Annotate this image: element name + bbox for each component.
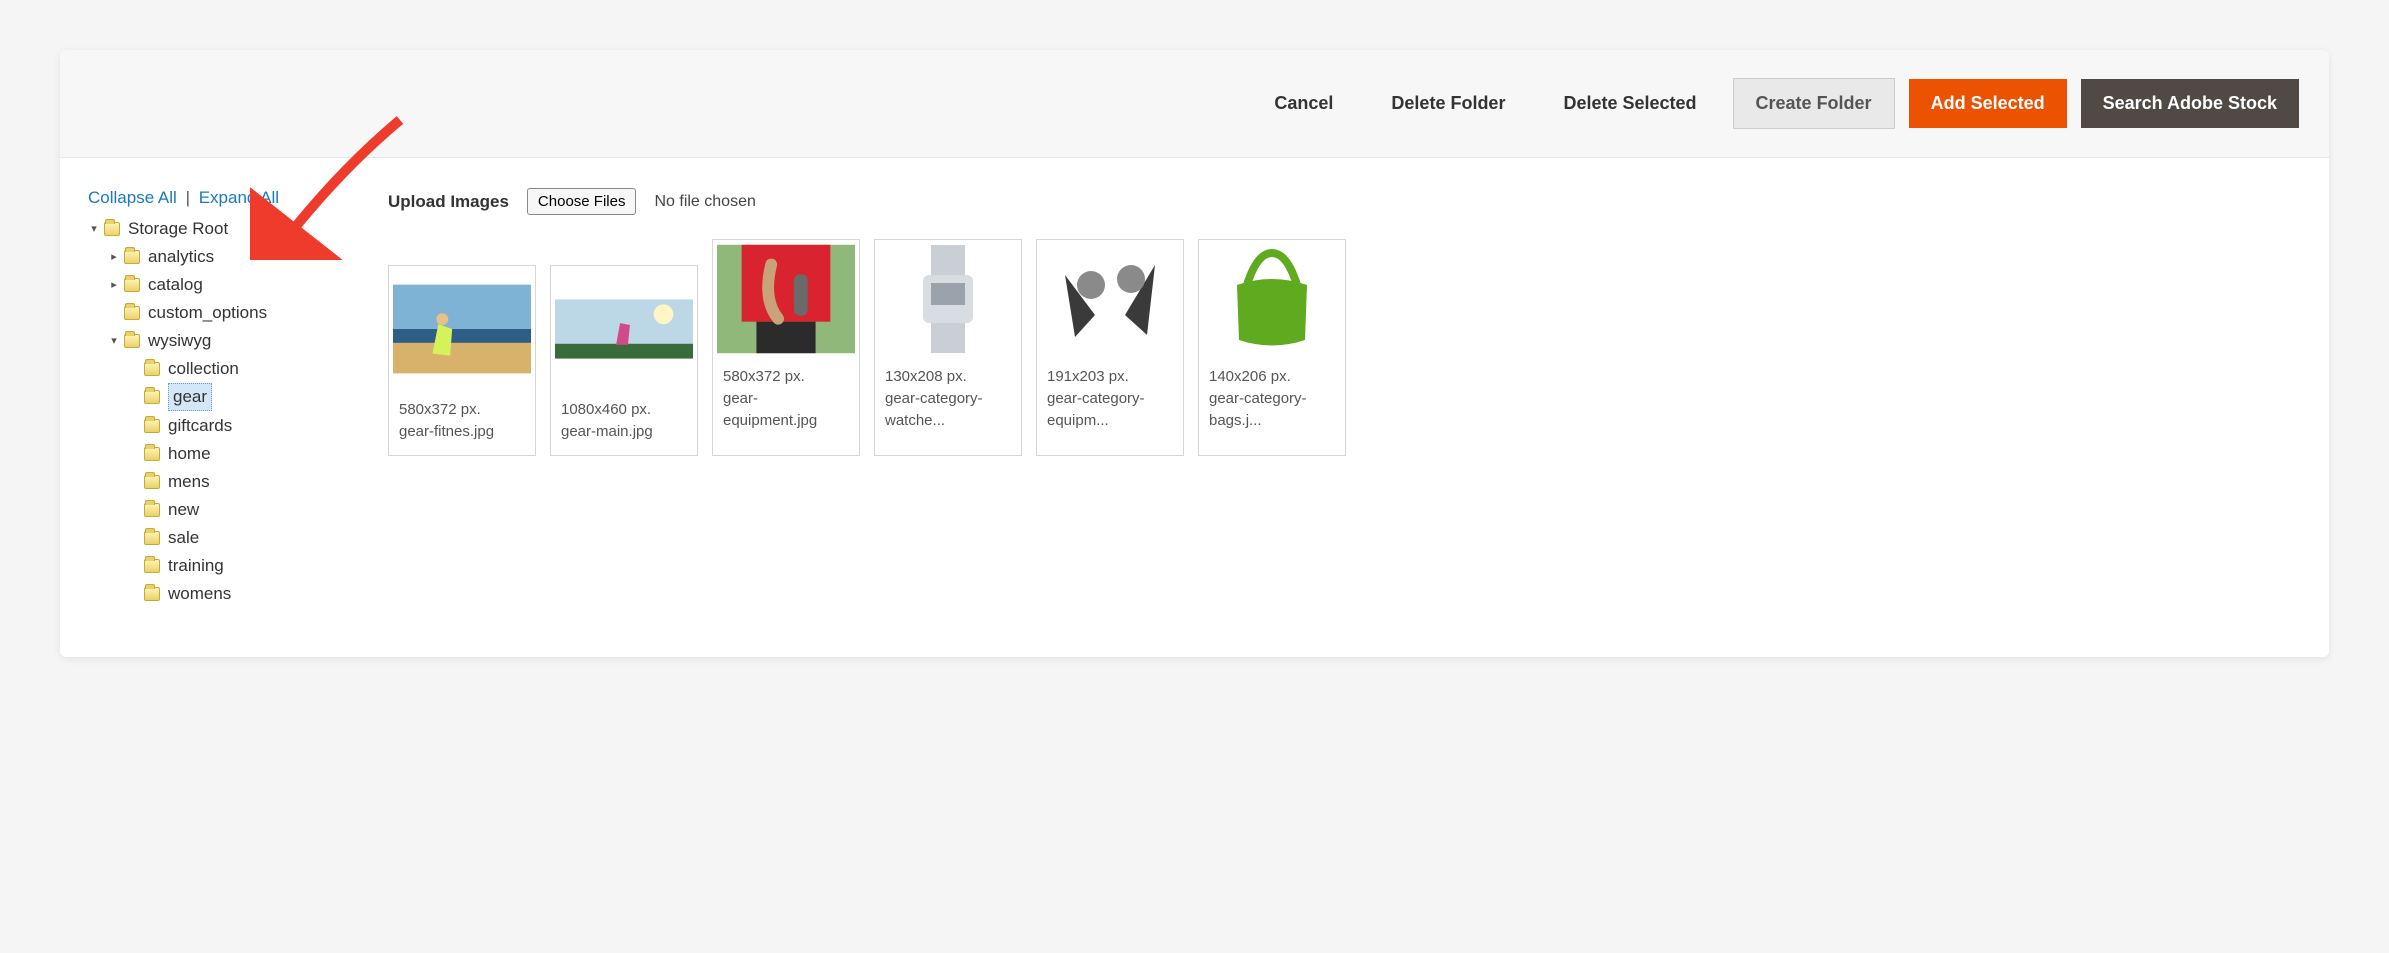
tree-node-home[interactable]: ▸home: [128, 441, 211, 467]
thumbnail-image: [389, 266, 535, 391]
tree-label: mens: [168, 469, 210, 495]
expand-all-link[interactable]: Expand All: [199, 188, 279, 207]
collapse-icon[interactable]: ▾: [88, 216, 100, 242]
tree-node-mens[interactable]: ▸mens: [128, 469, 210, 495]
folder-icon: [144, 390, 160, 404]
thumbnail-image: [1199, 240, 1345, 358]
tree-label: catalog: [148, 272, 203, 298]
thumbnail-image: [713, 240, 859, 358]
upload-label: Upload Images: [388, 192, 509, 212]
upload-status: No file chosen: [654, 193, 755, 211]
sidebar: Collapse All | Expand All ▾ Storage Root: [88, 188, 348, 607]
main-content: Upload Images Choose Files No file chose…: [388, 188, 2301, 607]
tree-node-sale[interactable]: ▸sale: [128, 525, 199, 551]
folder-icon: [144, 362, 160, 376]
tree-label: custom_options: [148, 300, 267, 326]
folder-tree: ▾ Storage Root ▸ analytics: [88, 214, 348, 607]
tree-node-wysiwyg[interactable]: ▾ wysiwyg: [108, 328, 211, 354]
folder-icon: [124, 278, 140, 292]
tree-node-training[interactable]: ▸training: [128, 553, 224, 579]
folder-icon: [144, 503, 160, 517]
toolbar: Cancel Delete Folder Delete Selected Cre…: [60, 50, 2329, 158]
folder-icon: [144, 447, 160, 461]
tree-label: womens: [168, 581, 231, 607]
tree-label: collection: [168, 356, 239, 382]
expand-icon[interactable]: ▸: [108, 272, 120, 298]
tree-node-custom-options[interactable]: ▸ custom_options: [108, 300, 267, 326]
tree-node-storage-root[interactable]: ▾ Storage Root: [88, 216, 228, 242]
create-folder-button[interactable]: Create Folder: [1733, 78, 1895, 129]
thumbnail-filename: gear-category-bags.j...: [1209, 388, 1335, 432]
thumbnail-dimensions: 1080x460 px.: [561, 399, 687, 421]
tree-label: gear: [168, 383, 212, 411]
thumbnail-filename: gear-main.jpg: [561, 421, 687, 443]
tree-label: analytics: [148, 244, 214, 270]
media-storage-panel: Cancel Delete Folder Delete Selected Cre…: [60, 50, 2329, 657]
thumbnail-image: [875, 240, 1021, 358]
thumbnail-dimensions: 130x208 px.: [885, 366, 1011, 388]
folder-icon: [124, 334, 140, 348]
folder-icon: [144, 559, 160, 573]
thumbnail-dimensions: 191x203 px.: [1047, 366, 1173, 388]
thumbnail-grid: 580x372 px. gear-fitnes.jpg: [388, 239, 2301, 456]
folder-icon: [124, 306, 140, 320]
folder-icon: [144, 531, 160, 545]
choose-files-button[interactable]: Choose Files: [527, 188, 637, 215]
tree-node-catalog[interactable]: ▸ catalog: [108, 272, 203, 298]
tree-label: wysiwyg: [148, 328, 211, 354]
folder-icon: [144, 587, 160, 601]
folder-icon: [144, 475, 160, 489]
thumbnail-item[interactable]: 191x203 px. gear-category-equipm...: [1036, 239, 1184, 456]
folder-icon: [124, 250, 140, 264]
tree-label: new: [168, 497, 199, 523]
thumbnail-filename: gear-equipment.jpg: [723, 388, 849, 432]
thumbnail-dimensions: 140x206 px.: [1209, 366, 1335, 388]
collapse-icon[interactable]: ▾: [108, 328, 120, 354]
search-adobe-stock-button[interactable]: Search Adobe Stock: [2081, 79, 2299, 128]
thumbnail-item[interactable]: 580x372 px. gear-fitnes.jpg: [388, 265, 536, 456]
upload-row: Upload Images Choose Files No file chose…: [388, 188, 2301, 215]
tree-label: home: [168, 441, 211, 467]
add-selected-button[interactable]: Add Selected: [1909, 79, 2067, 128]
thumbnail-filename: gear-fitnes.jpg: [399, 421, 525, 443]
delete-selected-button[interactable]: Delete Selected: [1541, 79, 1718, 128]
tree-actions-separator: |: [186, 188, 190, 207]
collapse-all-link[interactable]: Collapse All: [88, 188, 177, 207]
thumbnail-item[interactable]: 1080x460 px. gear-main.jpg: [550, 265, 698, 456]
tree-actions: Collapse All | Expand All: [88, 188, 348, 208]
expand-icon[interactable]: ▸: [108, 244, 120, 270]
tree-label: giftcards: [168, 413, 232, 439]
thumbnail-image: [1037, 240, 1183, 358]
tree-node-womens[interactable]: ▸womens: [128, 581, 231, 607]
thumbnail-item[interactable]: 580x372 px. gear-equipment.jpg: [712, 239, 860, 456]
tree-node-analytics[interactable]: ▸ analytics: [108, 244, 214, 270]
delete-folder-button[interactable]: Delete Folder: [1369, 79, 1527, 128]
folder-icon: [144, 419, 160, 433]
thumbnail-dimensions: 580x372 px.: [723, 366, 849, 388]
thumbnail-filename: gear-category-watche...: [885, 388, 1011, 432]
tree-label: sale: [168, 525, 199, 551]
thumbnail-item[interactable]: 140x206 px. gear-category-bags.j...: [1198, 239, 1346, 456]
thumbnail-filename: gear-category-equipm...: [1047, 388, 1173, 432]
thumbnail-dimensions: 580x372 px.: [399, 399, 525, 421]
tree-node-collection[interactable]: ▸collection: [128, 356, 239, 382]
tree-node-giftcards[interactable]: ▸giftcards: [128, 413, 232, 439]
tree-label: Storage Root: [128, 216, 228, 242]
cancel-button[interactable]: Cancel: [1252, 79, 1355, 128]
tree-node-gear[interactable]: ▸gear: [128, 383, 212, 411]
folder-icon: [104, 222, 120, 236]
thumbnail-image: [551, 266, 697, 391]
tree-label: training: [168, 553, 224, 579]
tree-node-new[interactable]: ▸new: [128, 497, 199, 523]
thumbnail-item[interactable]: 130x208 px. gear-category-watche...: [874, 239, 1022, 456]
